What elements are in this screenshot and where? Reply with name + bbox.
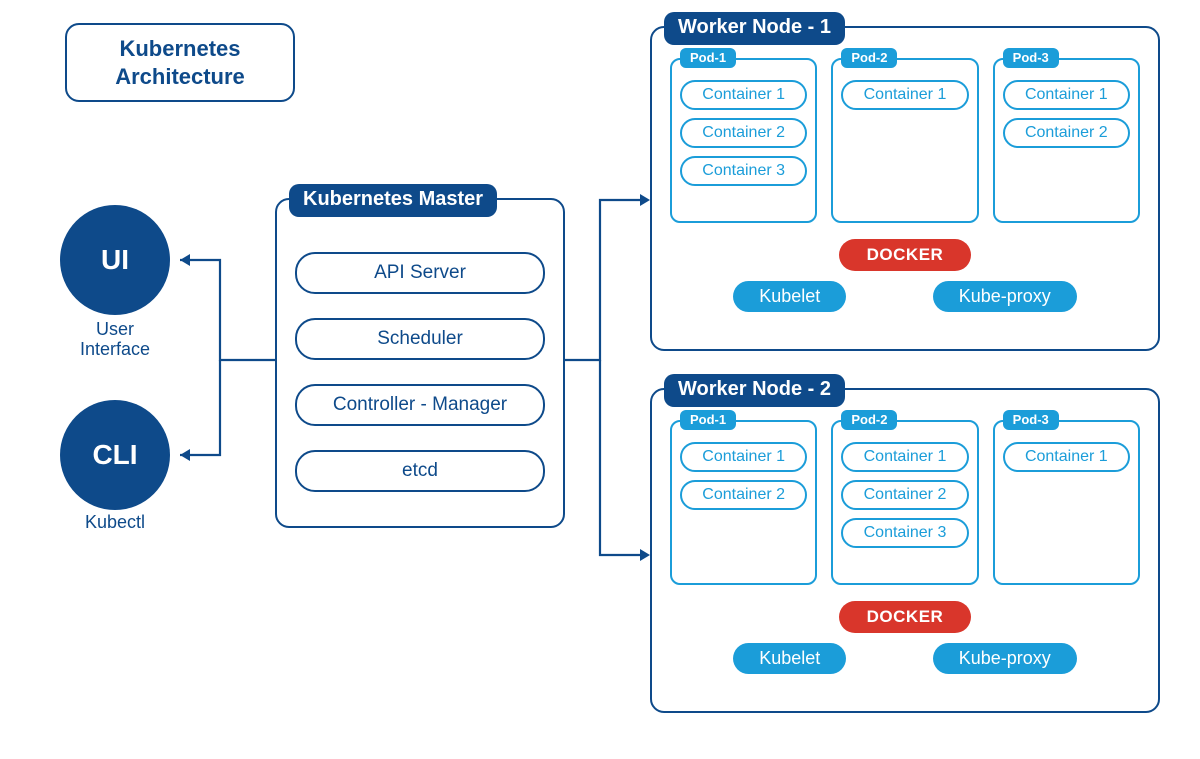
container: Container 1 — [680, 442, 807, 472]
services-row: Kubelet Kube-proxy — [670, 643, 1140, 674]
pod-label: Pod-1 — [680, 410, 736, 430]
container: Container 1 — [1003, 80, 1130, 110]
pod: Pod-2 Container 1 Container 2 Container … — [831, 420, 978, 585]
pods-row: Pod-1 Container 1 Container 2 Container … — [670, 58, 1140, 223]
container: Container 1 — [841, 80, 968, 110]
container: Container 2 — [841, 480, 968, 510]
container: Container 2 — [1003, 118, 1130, 148]
worker-title-tab: Worker Node - 1 — [664, 12, 845, 45]
pod-label: Pod-3 — [1003, 48, 1059, 68]
pods-row: Pod-1 Container 1 Container 2 Pod-2 Cont… — [670, 420, 1140, 585]
pod: Pod-1 Container 1 Container 2 — [670, 420, 817, 585]
master-component: API Server — [295, 252, 545, 294]
container: Container 2 — [680, 480, 807, 510]
docker-runtime-badge: DOCKER — [839, 239, 972, 271]
worker-node-1: Worker Node - 1 Pod-1 Container 1 Contai… — [650, 26, 1160, 351]
master-title-tab: Kubernetes Master — [289, 184, 497, 217]
pod-label: Pod-2 — [841, 48, 897, 68]
container: Container 1 — [680, 80, 807, 110]
kubernetes-master-box: Kubernetes Master API Server Scheduler C… — [275, 198, 565, 528]
diagram-title: KubernetesArchitecture — [65, 23, 295, 102]
cli-client-label: Kubectl — [55, 513, 175, 533]
pod-label: Pod-3 — [1003, 410, 1059, 430]
kubeproxy-badge: Kube-proxy — [933, 643, 1077, 674]
ui-client-node: UI — [60, 205, 170, 315]
cli-client-node: CLI — [60, 400, 170, 510]
master-component: Controller - Manager — [295, 384, 545, 426]
kubelet-badge: Kubelet — [733, 281, 846, 312]
master-component: Scheduler — [295, 318, 545, 360]
pod: Pod-3 Container 1 Container 2 — [993, 58, 1140, 223]
pod-label: Pod-2 — [841, 410, 897, 430]
master-component: etcd — [295, 450, 545, 492]
worker-title-tab: Worker Node - 2 — [664, 374, 845, 407]
pod: Pod-3 Container 1 — [993, 420, 1140, 585]
pod-label: Pod-1 — [680, 48, 736, 68]
services-row: Kubelet Kube-proxy — [670, 281, 1140, 312]
kubelet-badge: Kubelet — [733, 643, 846, 674]
container: Container 3 — [841, 518, 968, 548]
container: Container 3 — [680, 156, 807, 186]
pod: Pod-2 Container 1 — [831, 58, 978, 223]
ui-client-label: UserInterface — [55, 320, 175, 360]
container: Container 1 — [1003, 442, 1130, 472]
kubeproxy-badge: Kube-proxy — [933, 281, 1077, 312]
docker-runtime-badge: DOCKER — [839, 601, 972, 633]
container: Container 1 — [841, 442, 968, 472]
worker-node-2: Worker Node - 2 Pod-1 Container 1 Contai… — [650, 388, 1160, 713]
container: Container 2 — [680, 118, 807, 148]
pod: Pod-1 Container 1 Container 2 Container … — [670, 58, 817, 223]
